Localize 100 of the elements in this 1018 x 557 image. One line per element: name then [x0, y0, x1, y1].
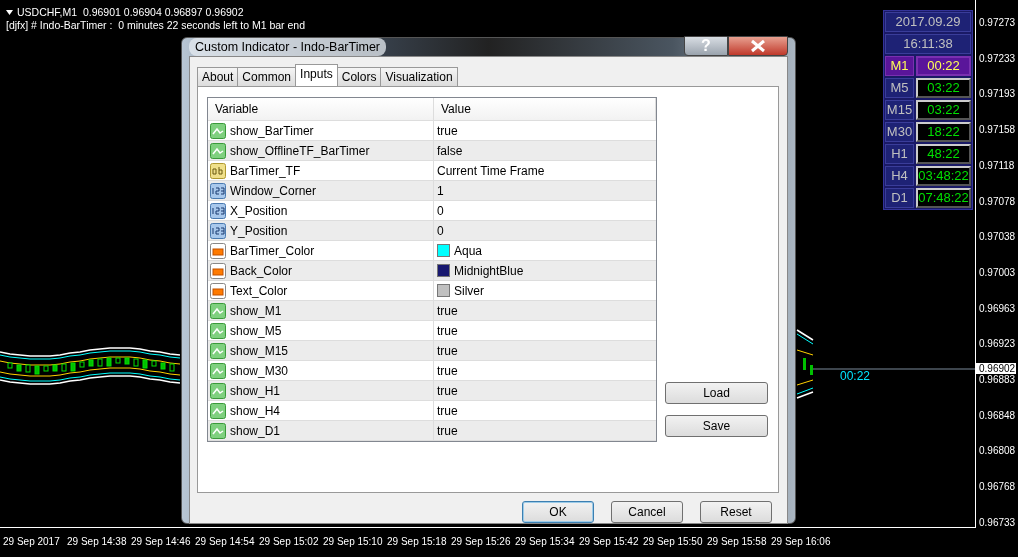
side-button[interactable]: Save — [665, 415, 768, 437]
variable-cell[interactable]: Text_Color — [208, 281, 434, 300]
value-cell[interactable]: MidnightBlue — [434, 261, 656, 280]
column-header[interactable]: Value — [434, 98, 656, 120]
variable-cell[interactable]: show_BarTimer — [208, 121, 434, 140]
price-label: 0.96963 — [978, 302, 1017, 314]
variable-cell[interactable]: show_M30 — [208, 361, 434, 380]
value-cell[interactable]: true — [434, 361, 656, 380]
close-button[interactable] — [728, 36, 788, 56]
variable-cell[interactable]: show_M1 — [208, 301, 434, 320]
window-title: Custom Indicator - Indo-BarTimer — [189, 38, 386, 56]
variable-cell[interactable]: X_Position — [208, 201, 434, 220]
tab[interactable]: Visualization — [380, 67, 458, 86]
variable-cell[interactable]: BarTimer_Color — [208, 241, 434, 260]
column-header[interactable]: Variable — [208, 98, 434, 120]
candle-series — [803, 358, 813, 375]
variable-cell[interactable]: show_M5 — [208, 321, 434, 340]
dropdown-triangle-icon[interactable] — [6, 10, 13, 15]
variable-cell[interactable]: Back_Color — [208, 261, 434, 280]
time-label: 29 Sep 15:10 — [322, 536, 384, 549]
close-icon — [749, 39, 767, 53]
price-label: 0.96733 — [978, 516, 1017, 528]
value-cell[interactable]: true — [434, 401, 656, 420]
time-left-value: 03:22 — [916, 78, 971, 98]
timeframe-label: M5 — [885, 78, 914, 98]
time-label: 29 Sep 15:26 — [450, 536, 512, 549]
variable-cell[interactable]: show_OfflineTF_BarTimer — [208, 141, 434, 160]
time-label: 29 Sep 14:38 — [66, 536, 128, 549]
bar-timer-label: 00:22 — [840, 369, 871, 383]
value-cell[interactable]: 0 — [434, 221, 656, 240]
value-cell[interactable]: 1 — [434, 181, 656, 200]
value-cell[interactable]: false — [434, 141, 656, 160]
value-cell[interactable]: true — [434, 121, 656, 140]
time-label: 29 Sep 14:54 — [194, 536, 256, 549]
indicator-status-text: [djfx] # Indo-BarTimer : 0 minutes 22 seconds left to M1 bar end — [6, 19, 305, 32]
variable-cell[interactable]: Window_Corner — [208, 181, 434, 200]
time-label: 29 Sep 15:58 — [706, 536, 768, 549]
price-label: 0.97273 — [978, 17, 1017, 28]
color-parameter-icon — [210, 282, 226, 299]
price-label: 0.97118 — [978, 159, 1016, 171]
parameter-icon — [210, 422, 226, 439]
parameter-icon — [210, 122, 226, 139]
time-left-value: 00:22 — [916, 56, 971, 76]
current-price-label: 0.96902 — [976, 363, 1017, 374]
value-cell[interactable]: true — [434, 341, 656, 360]
number-parameter-icon — [210, 222, 226, 239]
side-button[interactable]: Load — [665, 382, 768, 404]
parameter-icon — [210, 322, 226, 339]
value-cell[interactable]: true — [434, 421, 656, 440]
time-left-value: 48:22 — [916, 144, 971, 164]
value-cell[interactable]: true — [434, 321, 656, 340]
variable-cell[interactable]: show_M15 — [208, 341, 434, 360]
price-label: 0.97078 — [978, 195, 1017, 207]
value-cell[interactable]: 0 — [434, 201, 656, 220]
price-label: 0.96768 — [978, 481, 1017, 493]
tab[interactable]: Inputs — [295, 64, 338, 86]
dialog-button[interactable]: Cancel — [611, 501, 683, 523]
parameter-icon — [210, 342, 226, 359]
dialog-button[interactable]: Reset — [700, 501, 772, 523]
price-label: 0.97193 — [978, 88, 1017, 100]
price-label: 0.96848 — [978, 409, 1017, 421]
parameter-icon — [210, 382, 226, 399]
time-left-value: 18:22 — [916, 122, 971, 142]
symbol-quote-header: USDCHF,M1 0.96901 0.96904 0.96897 0.96902 — [17, 6, 244, 19]
time-label: 29 Sep 15:50 — [642, 536, 704, 549]
timeframe-label: M1 — [885, 56, 914, 76]
value-cell[interactable]: Aqua — [434, 241, 656, 260]
value-cell[interactable]: true — [434, 381, 656, 400]
tab[interactable]: About — [197, 67, 239, 86]
dialog-button[interactable]: OK — [522, 501, 594, 523]
price-label: 0.97158 — [978, 124, 1017, 136]
time-label: 29 Sep 15:18 — [386, 536, 448, 549]
variable-cell[interactable]: show_D1 — [208, 421, 434, 440]
time-label: 29 Sep 15:02 — [258, 536, 320, 549]
time-label: 29 Sep 15:42 — [578, 536, 640, 549]
timeframe-label: H1 — [885, 144, 914, 164]
price-label: 0.97003 — [978, 266, 1017, 278]
price-label: 0.96923 — [978, 338, 1017, 350]
color-parameter-icon — [210, 262, 226, 279]
variable-cell[interactable]: BarTimer_TF — [208, 161, 434, 180]
time-left-value: 03:48:22 — [916, 166, 971, 186]
time-label: 29 Sep 16:06 — [770, 536, 832, 549]
price-label: 0.96808 — [978, 445, 1017, 457]
timeframe-label: H4 — [885, 166, 914, 186]
variable-cell[interactable]: show_H1 — [208, 381, 434, 400]
tab[interactable]: Colors — [336, 67, 382, 86]
value-cell[interactable]: Silver — [434, 281, 656, 300]
time-label: 29 Sep 2017 — [2, 536, 61, 549]
timer-date: 2017.09.29 — [885, 12, 971, 32]
variable-cell[interactable]: Y_Position — [208, 221, 434, 240]
time-left-value: 07:48:22 — [916, 188, 971, 208]
value-cell[interactable]: Current Time Frame — [434, 161, 656, 180]
value-cell[interactable]: true — [434, 301, 656, 320]
tab[interactable]: Common — [237, 67, 297, 86]
parameter-icon — [210, 302, 226, 319]
number-parameter-icon — [210, 202, 226, 219]
timer-clock: 16:11:38 — [885, 34, 971, 54]
time-left-value: 03:22 — [916, 100, 971, 120]
variable-cell[interactable]: show_H4 — [208, 401, 434, 420]
color-parameter-icon — [210, 242, 226, 259]
